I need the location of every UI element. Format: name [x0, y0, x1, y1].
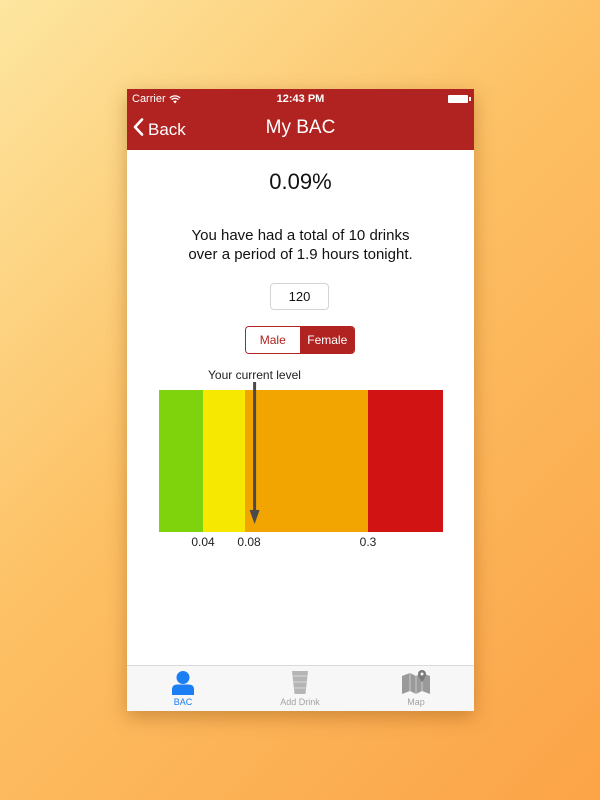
bac-zone-2	[245, 390, 368, 532]
cup-icon	[260, 669, 340, 695]
threshold-label-0.3: 0.3	[360, 535, 377, 549]
tab-bac[interactable]: BAC	[143, 669, 223, 707]
bac-zone-3	[368, 390, 443, 532]
threshold-label-0.04: 0.04	[191, 535, 215, 549]
tab-add-drink[interactable]: Add Drink	[260, 669, 340, 707]
tab-map[interactable]: Map	[376, 669, 456, 707]
person-icon	[143, 669, 223, 695]
phone-screen: Carrier 12:43 PM Back My BAC 0.09% You h…	[127, 89, 474, 711]
tab-map-label: Map	[407, 697, 425, 707]
bac-zone-0	[159, 390, 203, 532]
bac-zone-1	[203, 390, 245, 532]
tab-add-drink-label: Add Drink	[280, 697, 320, 707]
tab-bar: BAC Add Drink Map	[127, 665, 474, 711]
tab-bac-label: BAC	[173, 697, 193, 707]
bac-level-chart: 0.04 0.08 0.3	[159, 382, 443, 549]
map-icon	[376, 669, 456, 695]
threshold-label-0.08: 0.08	[237, 535, 261, 549]
